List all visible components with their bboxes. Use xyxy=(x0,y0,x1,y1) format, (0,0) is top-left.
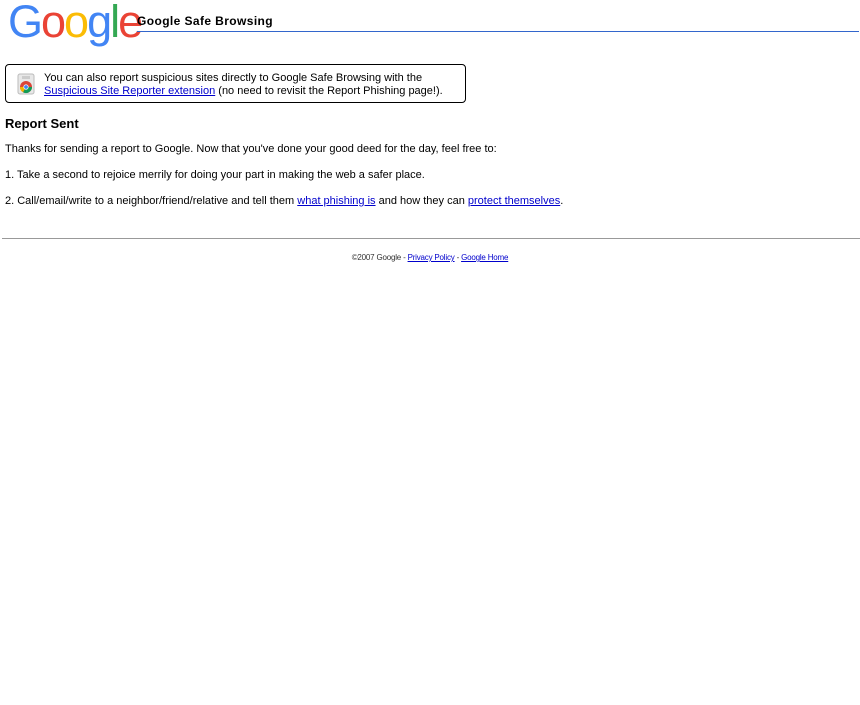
logo-letter: G xyxy=(8,0,43,47)
logo-letter: o xyxy=(41,0,66,47)
item2-suffix: . xyxy=(560,195,564,207)
report-sent-heading: Report Sent xyxy=(5,116,79,131)
protect-themselves-link[interactable]: protect themselves xyxy=(468,195,560,207)
what-phishing-is-link[interactable]: what phishing is xyxy=(297,195,375,207)
notice-text: You can also report suspicious sites dir… xyxy=(44,72,443,98)
google-logo[interactable]: Google xyxy=(8,0,143,47)
notice-line2: (no need to revisit the Report Phishing … xyxy=(215,85,443,97)
suspicious-site-reporter-link[interactable]: Suspicious Site Reporter extension xyxy=(44,85,215,97)
chrome-extension-icon xyxy=(16,73,36,95)
logo-letter: o xyxy=(64,0,89,47)
footer: ©2007 Google - Privacy Policy - Google H… xyxy=(0,253,860,262)
list-item: 1. Take a second to rejoice merrily for … xyxy=(5,169,425,181)
notice-line1: You can also report suspicious sites dir… xyxy=(44,72,423,84)
item2-prefix: 2. Call/email/write to a neighbor/friend… xyxy=(5,195,298,207)
privacy-policy-link[interactable]: Privacy Policy xyxy=(408,253,455,262)
list-item: 2. Call/email/write to a neighbor/friend… xyxy=(5,195,563,208)
page-title: Google Safe Browsing xyxy=(137,14,274,28)
footer-divider xyxy=(2,238,860,239)
logo-letter: l xyxy=(110,0,120,47)
logo-letter: g xyxy=(87,0,112,47)
page: Google Google Safe Browsing You can also… xyxy=(0,0,860,705)
copyright: ©2007 Google - xyxy=(351,253,408,262)
header-divider xyxy=(137,31,859,32)
item2-middle: and how they can xyxy=(375,195,468,207)
intro-text: Thanks for sending a report to Google. N… xyxy=(5,143,497,155)
extension-notice: You can also report suspicious sites dir… xyxy=(5,64,466,103)
google-home-link[interactable]: Google Home xyxy=(461,253,508,262)
header: Google Google Safe Browsing xyxy=(8,0,859,47)
